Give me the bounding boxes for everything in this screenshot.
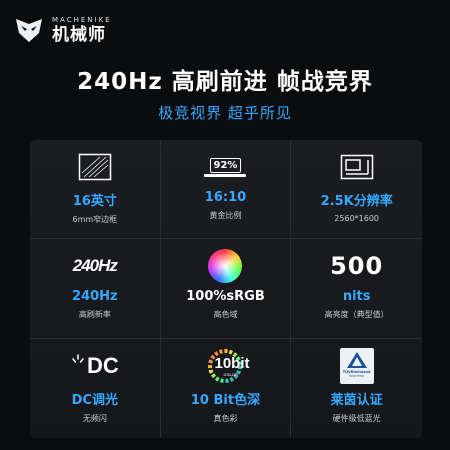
feature-title: nits xyxy=(342,289,371,305)
feature-desc: 黄金比例 xyxy=(209,211,242,220)
feature-screen-size: 16英寸 6mm窄边框 xyxy=(30,140,161,240)
feature-desc: 高亮度（典型值） xyxy=(324,310,389,320)
feature-desc: 2560*1600 xyxy=(334,214,380,223)
feature-title: 10 Bit色深 xyxy=(190,392,261,408)
tenbit-color-label: COLOR xyxy=(223,371,238,377)
subline: 极竞视界 超乎所见 xyxy=(158,104,292,122)
feature-tuv-certification: TÜVRheinland CERTIFIED 莱茵认证 硬件级低蓝光 xyxy=(291,339,422,438)
refresh-badge: 240Hz xyxy=(72,256,118,276)
brand-name-en: MACHENIKE xyxy=(52,15,112,24)
feature-aspect-ratio: 92% 16:10 黄金比例 xyxy=(160,140,292,240)
feature-title: 16英寸 xyxy=(72,194,117,209)
brand-name-cn: 机械师 xyxy=(52,24,106,45)
refresh-240hz-icon: 240Hz xyxy=(72,247,118,285)
feature-desc: 硬件级低蓝光 xyxy=(332,413,381,423)
feature-title: DC调光 xyxy=(71,392,118,408)
10bit-color-icon: 10bit COLOR xyxy=(205,347,250,385)
feature-refresh-rate: 240Hz 240Hz 高刷新率 xyxy=(30,239,161,339)
feature-title: 100%sRGB xyxy=(186,289,265,305)
ratio-92-icon: 92% xyxy=(204,148,247,186)
feature-desc: 6mm窄边框 xyxy=(72,215,118,224)
tenbit-badge: 10bit xyxy=(214,354,250,372)
feature-title: 240Hz xyxy=(72,289,118,305)
bezel-icon xyxy=(78,148,112,186)
machenike-logo-icon xyxy=(16,19,42,42)
feature-resolution: 2.5K分辨率 2560*1600 xyxy=(291,140,422,240)
feature-desc: 高色域 xyxy=(213,310,238,320)
headline: 240Hz 高刷前进 帧战竞界 xyxy=(77,69,373,95)
resolution-icon xyxy=(340,148,374,186)
feature-color-depth: 10bit COLOR 10 Bit色深 真色彩 xyxy=(161,338,292,438)
feature-desc: 真色彩 xyxy=(213,413,238,423)
brand-logo: MACHENIKE 机械师 xyxy=(14,10,154,50)
features-panel: 16英寸 6mm窄边框 92% 16:10 黄金比例 2.5K分辨率 2560*… xyxy=(30,140,422,438)
feature-desc: 高刷新率 xyxy=(78,310,111,320)
feature-desc: 无频闪 xyxy=(82,413,107,423)
feature-color-gamut: 100%sRGB 高色域 xyxy=(160,239,292,339)
feature-title: 16:10 xyxy=(204,190,247,205)
tuv-certified-label: CERTIFIED xyxy=(348,373,365,378)
tuv-rheinland-icon: TÜVRheinland CERTIFIED xyxy=(339,347,374,385)
dc-dimming-icon: DC xyxy=(71,347,119,385)
dc-badge: DC xyxy=(86,352,119,378)
screen-ratio-badge: 92% xyxy=(209,157,242,173)
feature-title: 2.5K分辨率 xyxy=(320,194,393,209)
feature-title: 莱茵认证 xyxy=(330,392,383,408)
brightness-icon: 500 xyxy=(330,247,383,285)
feature-dc-dimming: DC DC调光 无频闪 xyxy=(30,338,161,438)
feature-brightness: 500 nits 高亮度（典型值） xyxy=(291,239,422,339)
color-wheel-icon xyxy=(208,247,243,285)
brightness-value: 500 xyxy=(330,252,384,281)
